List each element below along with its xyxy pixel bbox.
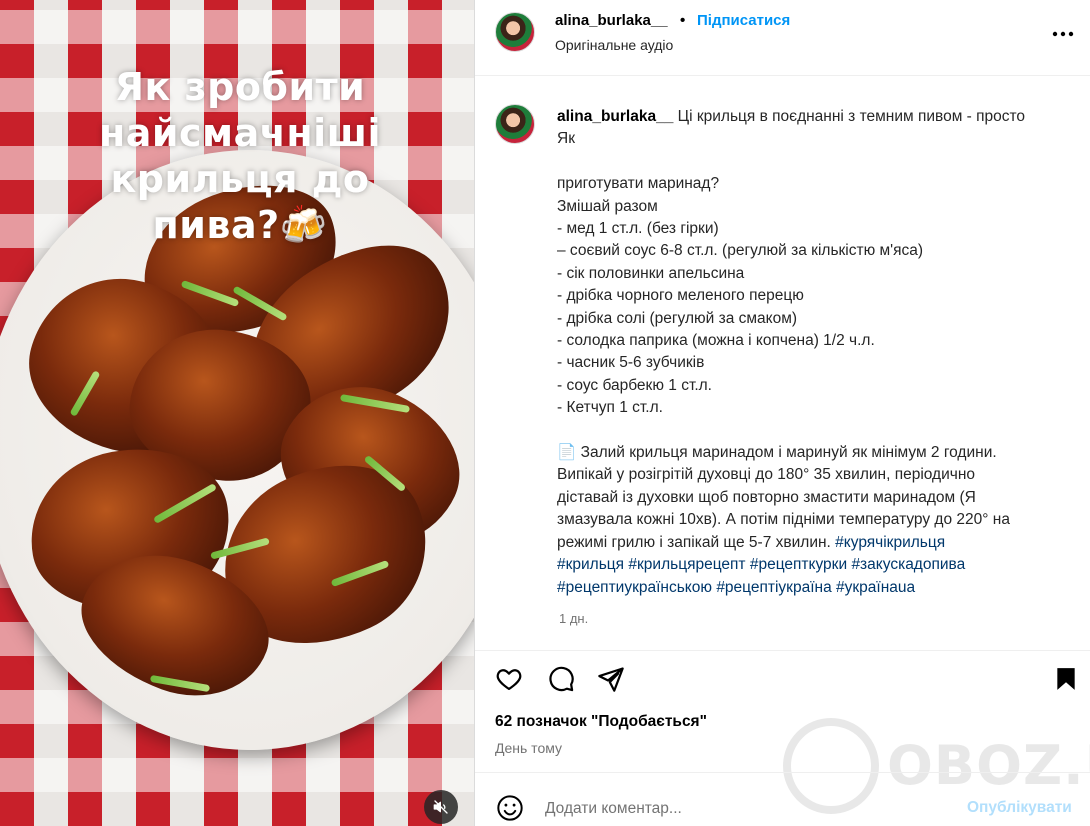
media-title-line: Як зробити [114,65,366,109]
comment-button[interactable] [545,663,577,695]
header-username[interactable]: alina_burlaka__ [555,12,668,29]
hashtag-link[interactable]: #рецептіукраїна [716,579,831,596]
save-button[interactable] [1050,663,1082,695]
post-media[interactable]: Як зробити найсмачніші крильця до пива?🍻 [0,0,474,826]
likes-count[interactable]: 62 позначок "Подобається" [495,713,707,731]
caption-text: alina_burlaka__ Ці крильця в поєднанні з… [557,106,1082,599]
media-title-line: найсмачніші [98,111,381,155]
caption-line: приготувати маринад? [557,175,720,193]
caption-intro: Ці крильця в поєднанні з темним пивом - … [673,108,1026,125]
post-caption: alina_burlaka__ Ці крильця в поєднанні з… [475,76,1090,650]
more-options-button[interactable] [1051,22,1075,46]
more-icon [1052,31,1074,37]
caption-line: – соєвий соус 6-8 ст.л. (регулюй за кіль… [557,242,924,260]
mute-button[interactable] [424,790,458,824]
caption-line: - солодка паприка (можна і копчена) 1/2 … [557,332,875,350]
hashtag-link[interactable]: #українаua [836,579,915,596]
follow-button[interactable]: Підписатися [697,12,790,29]
emoji-button[interactable] [495,793,525,823]
caption-line: змазувала кожні 10хв). А потім підніми т… [557,511,1010,529]
hashtag-link[interactable]: #крильця [557,556,624,573]
hashtag-link[interactable]: #крильцярецепт [628,556,745,573]
caption-line: Випікай у розігрітій духовці до 180° 35 … [557,466,976,484]
caption-line: - сік половинки апельсина [557,264,745,282]
comment-icon [549,666,574,692]
emoji-icon [497,795,523,821]
caption-line: #крильця #крильцярецепт #рецепткурки #за… [557,554,1082,576]
caption-gap [557,151,1082,173]
caption-line: - дрібка солі (регулюй за смаком) [557,309,798,327]
audio-label[interactable]: Оригінальне аудіо [555,37,673,53]
caption-gap [557,420,1082,442]
share-button[interactable] [595,663,627,695]
caption-last-text: режимі грилю і запікай ще 5-7 хвилин. [557,533,836,551]
caption-line: 📄 Залий крильця маринадом і маринуй як м… [557,444,997,462]
caption-line: - Кетчуп 1 ст.л. [557,399,663,417]
caption-line: #рецептиукраїнською #рецептіукраїна #укр… [557,577,1082,599]
caption-line: Як [557,130,575,148]
media-title-line: крильця до [110,157,370,201]
speaker-muted-icon [433,800,448,814]
like-button[interactable] [493,663,525,695]
caption-line: - часник 5-6 зубчиків [557,354,705,372]
caption-line: режимі грилю і запікай ще 5-7 хвилин. #к… [557,532,1082,554]
caption-timestamp[interactable]: 1 дн. [559,611,588,626]
media-title-line: пива?🍻 [152,203,328,247]
separator-dot: • [680,12,686,29]
post-date[interactable]: День тому [495,740,562,756]
hashtag-link[interactable]: #курячікрильця [835,534,945,551]
hashtag-link[interactable]: #рецепткурки [750,556,847,573]
caption-line: - соус барбекю 1 ст.л. [557,376,712,394]
post-side-panel: alina_burlaka__ • Підписатися Оригінальн… [474,0,1090,826]
caption-line: Змішай разом [557,197,658,215]
media-overlay-title: Як зробити найсмачніші крильця до пива?🍻 [40,64,440,248]
post-comment-button[interactable]: Опублікувати [967,799,1072,817]
caption-line: alina_burlaka__ Ці крильця в поєднанні з… [557,106,1082,128]
caption-username[interactable]: alina_burlaka__ [557,108,673,125]
hashtag-link[interactable]: #закускадопива [851,556,965,573]
hashtag-link[interactable]: #рецептиукраїнською [557,579,712,596]
post-actions [475,650,1090,706]
caption-line: - мед 1 ст.л. (без гірки) [557,220,719,238]
avatar[interactable] [495,104,535,144]
caption-line: - дрібка чорного меленого перецю [557,287,804,305]
comment-input[interactable] [545,797,925,821]
avatar[interactable] [495,12,535,52]
post-header: alina_burlaka__ • Підписатися Оригінальн… [475,0,1090,76]
bookmark-icon [1057,668,1075,690]
heart-icon [496,669,522,691]
caption-line: діставай із духовки щоб повторно змастит… [557,488,976,506]
comment-bar: Опублікувати [475,772,1090,826]
share-icon [598,667,624,692]
